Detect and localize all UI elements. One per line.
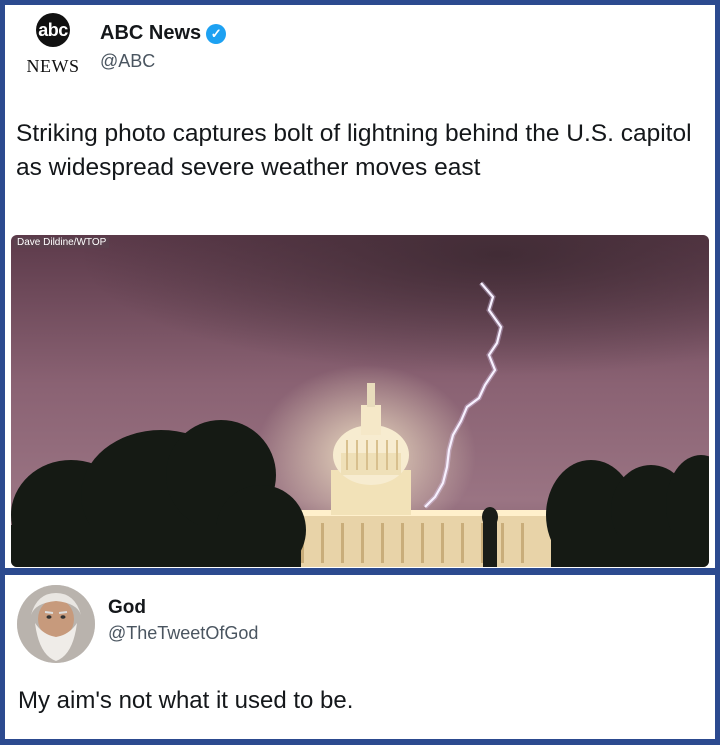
tweet-photo[interactable]: Dave Dildine/WTOP [11,235,709,567]
author-handle[interactable]: @TheTweetOfGod [108,623,258,644]
author-name[interactable]: ABC News ✓ [100,22,227,45]
bearded-man-avatar-icon [17,585,95,663]
capitol-lightning-image [11,235,709,567]
abc-news-tweet: abc NEWS ABC News ✓ @ABC Striking photo … [5,5,715,568]
god-reply-tweet: God @TheTweetOfGod My aim's not what it … [5,575,715,739]
abc-news-logo[interactable]: abc NEWS [18,13,88,76]
verified-badge-icon: ✓ [206,23,227,44]
tweet-text: Striking photo captures bolt of lightnin… [16,120,692,181]
abc-logo-circle: abc [36,13,70,47]
author-name[interactable]: God [108,597,146,619]
abc-logo-news-text: NEWS [26,56,80,76]
author-handle[interactable]: @ABC [100,51,155,72]
author-name-text: ABC News [100,22,202,44]
photo-credit: Dave Dildine/WTOP [14,237,110,248]
tweet-text: My aim's not what it used to be. [18,687,354,714]
god-avatar[interactable] [17,585,95,663]
